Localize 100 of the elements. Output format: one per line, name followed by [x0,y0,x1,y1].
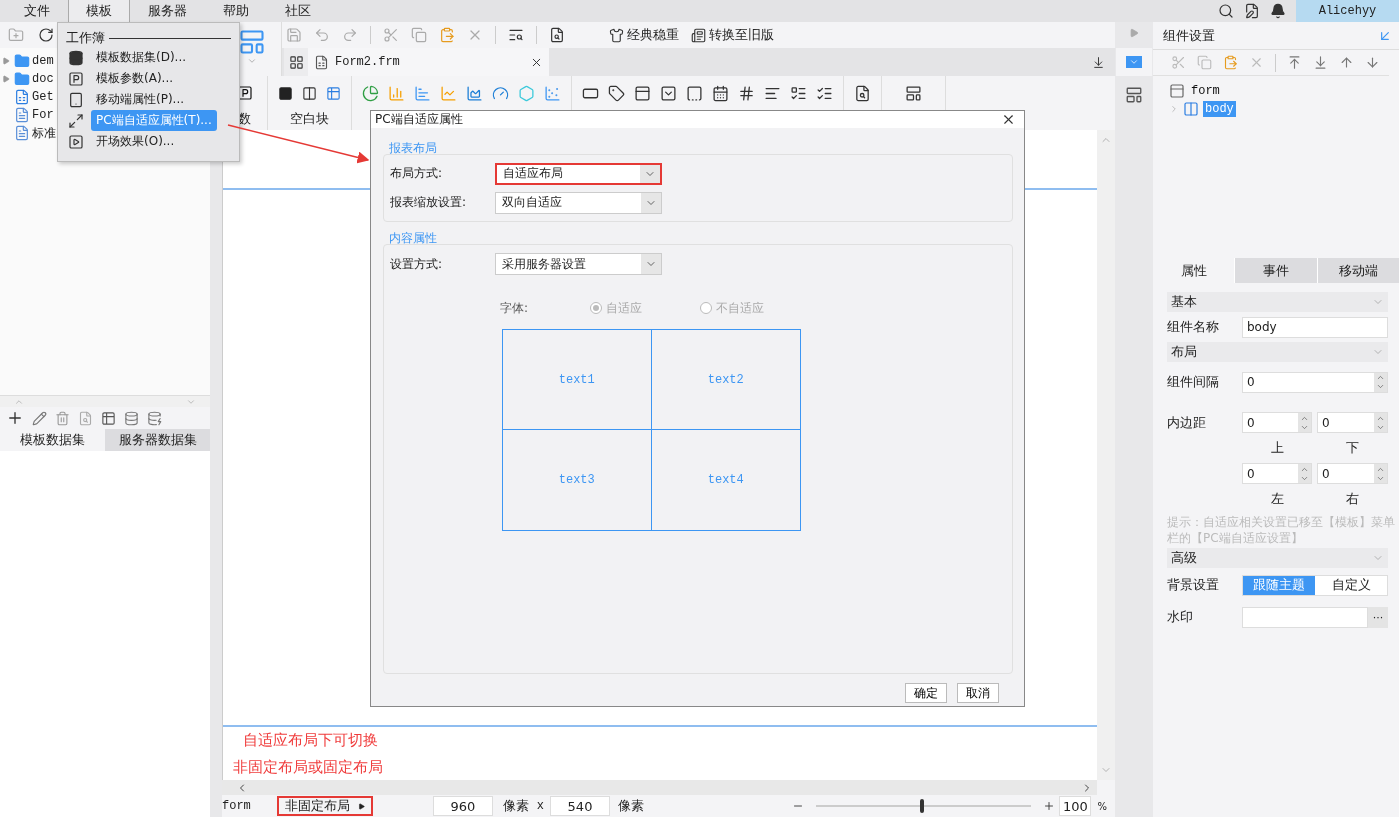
zoom-in-icon[interactable] [1043,800,1056,812]
search-widget-icon[interactable] [854,84,871,102]
section-header[interactable]: 布局 [1167,342,1388,362]
paste-icon[interactable] [1223,55,1238,70]
label-icon[interactable] [608,84,625,102]
move-up-icon[interactable] [1339,55,1354,70]
padding-field[interactable]: 0 [1317,412,1388,433]
preview-icon[interactable] [78,410,93,426]
menu[interactable]: 文件 [6,0,68,22]
move-down-icon[interactable] [1365,55,1380,70]
width-field[interactable]: 960 [432,796,493,816]
scatter-chart-icon[interactable] [544,84,561,102]
menu-item[interactable]: 模板参数(A)... [91,68,178,89]
select-field[interactable]: 自适应布局 [495,162,662,185]
text-search-icon[interactable] [508,27,524,43]
gauge-icon[interactable] [492,84,509,102]
radio-group-icon[interactable] [790,84,807,102]
combo-icon[interactable] [686,84,703,102]
tree-item[interactable]: dem [32,54,54,68]
split-block-icon[interactable] [302,85,317,101]
horizontal-scrollbar[interactable] [222,780,1097,795]
height-field[interactable]: 540 [550,796,610,816]
vertical-scrollbar[interactable] [1097,130,1115,780]
padding-field[interactable]: 0 [1317,463,1388,484]
menu[interactable]: 服务器 [130,0,205,22]
toolbar-button[interactable]: 转换至旧版 [691,26,774,44]
button-widget-icon[interactable] [634,84,651,102]
area-chart-icon[interactable] [466,84,483,102]
search-icon[interactable] [1218,3,1234,19]
add-grid-button[interactable] [284,48,308,76]
bar-chart-icon[interactable] [388,84,405,102]
move-top-icon[interactable] [1287,55,1302,70]
block-icon[interactable] [278,85,293,101]
bell-icon[interactable] [1270,3,1286,19]
menu[interactable]: 帮助 [205,0,267,22]
refresh-icon[interactable] [38,27,54,43]
tree-item[interactable]: For [32,108,54,122]
database-remove-icon[interactable] [147,410,162,426]
zoom-field[interactable]: 100 [1059,796,1092,816]
table-edit-icon[interactable] [101,410,116,426]
close-icon[interactable] [1001,112,1016,127]
cut-icon[interactable] [383,27,399,43]
watermark-field[interactable] [1242,606,1368,628]
template-icon[interactable] [237,28,266,56]
file-tab[interactable]: Form2.frm [308,48,549,76]
add-icon[interactable] [6,409,24,427]
tab[interactable]: 模板数据集 [0,429,105,451]
tab[interactable]: 属性 [1153,258,1235,283]
delete-icon[interactable] [55,410,70,426]
user-name[interactable]: Alicehyy [1296,0,1399,22]
menu[interactable]: 社区 [267,0,329,22]
line-chart-icon[interactable] [440,84,457,102]
copy-icon[interactable] [411,27,427,43]
menu-item[interactable]: 移动端属性(P)... [91,89,190,110]
menu-item[interactable]: 开场效果(O)... [91,131,180,152]
menu[interactable]: 模板 [68,0,130,22]
widget-settings-button[interactable] [1116,48,1152,76]
number-icon[interactable] [738,84,755,102]
padding-field[interactable]: 0 [1242,463,1312,484]
tree-item[interactable]: Get [32,90,54,104]
expand-icon[interactable] [2,75,10,83]
save-icon[interactable] [286,27,302,43]
name-field[interactable]: body [1242,316,1388,338]
select-field[interactable]: 采用服务器设置 [495,253,662,275]
paste-icon[interactable] [439,27,455,43]
layout-icon[interactable] [1125,86,1143,104]
tab[interactable]: 服务器数据集 [105,429,210,451]
padding-field[interactable]: 0 [1242,412,1312,433]
dropdown-icon[interactable] [660,84,677,102]
tree-item[interactable]: 标准 [32,124,56,142]
new-folder-icon[interactable] [8,27,24,43]
select-field[interactable]: 双向自适应 [495,191,662,214]
horizontal-bar-chart-icon[interactable] [414,84,431,102]
redo-icon[interactable] [342,27,358,43]
chart-search-icon[interactable] [549,27,565,43]
gap-field[interactable]: 0 [1242,371,1388,393]
pin-icon[interactable] [1092,55,1105,69]
section-header[interactable]: 高级 [1167,548,1388,568]
radar-chart-icon[interactable] [518,84,535,102]
browse-button[interactable]: ··· [1368,606,1388,628]
menu-item[interactable]: 模板数据集(D)... [91,47,192,68]
tree-item[interactable]: doc [32,72,54,86]
dialog-button[interactable]: 取消 [957,683,999,703]
edit-icon[interactable] [1244,3,1260,19]
pie-chart-icon[interactable] [362,84,379,102]
layout-icon[interactable] [905,84,922,102]
tab[interactable]: 事件 [1235,258,1317,283]
tree-item[interactable]: form [1189,83,1222,99]
undo-icon[interactable] [314,27,330,43]
expand-panel-icon[interactable] [1129,28,1139,38]
tab[interactable]: 移动端 [1317,258,1399,283]
calendar-icon[interactable] [712,84,729,102]
dialog-button[interactable]: 确定 [905,683,947,703]
toggle-option[interactable]: 自定义 [1315,575,1387,595]
section-header[interactable]: 基本 [1167,292,1388,312]
toolbar-button[interactable]: 经典稳重 [609,26,679,44]
layout-select[interactable]: 非固定布局 [276,796,373,816]
slider-thumb[interactable] [919,799,924,813]
expand-icon[interactable] [2,57,10,65]
table-block-icon[interactable] [326,85,341,101]
